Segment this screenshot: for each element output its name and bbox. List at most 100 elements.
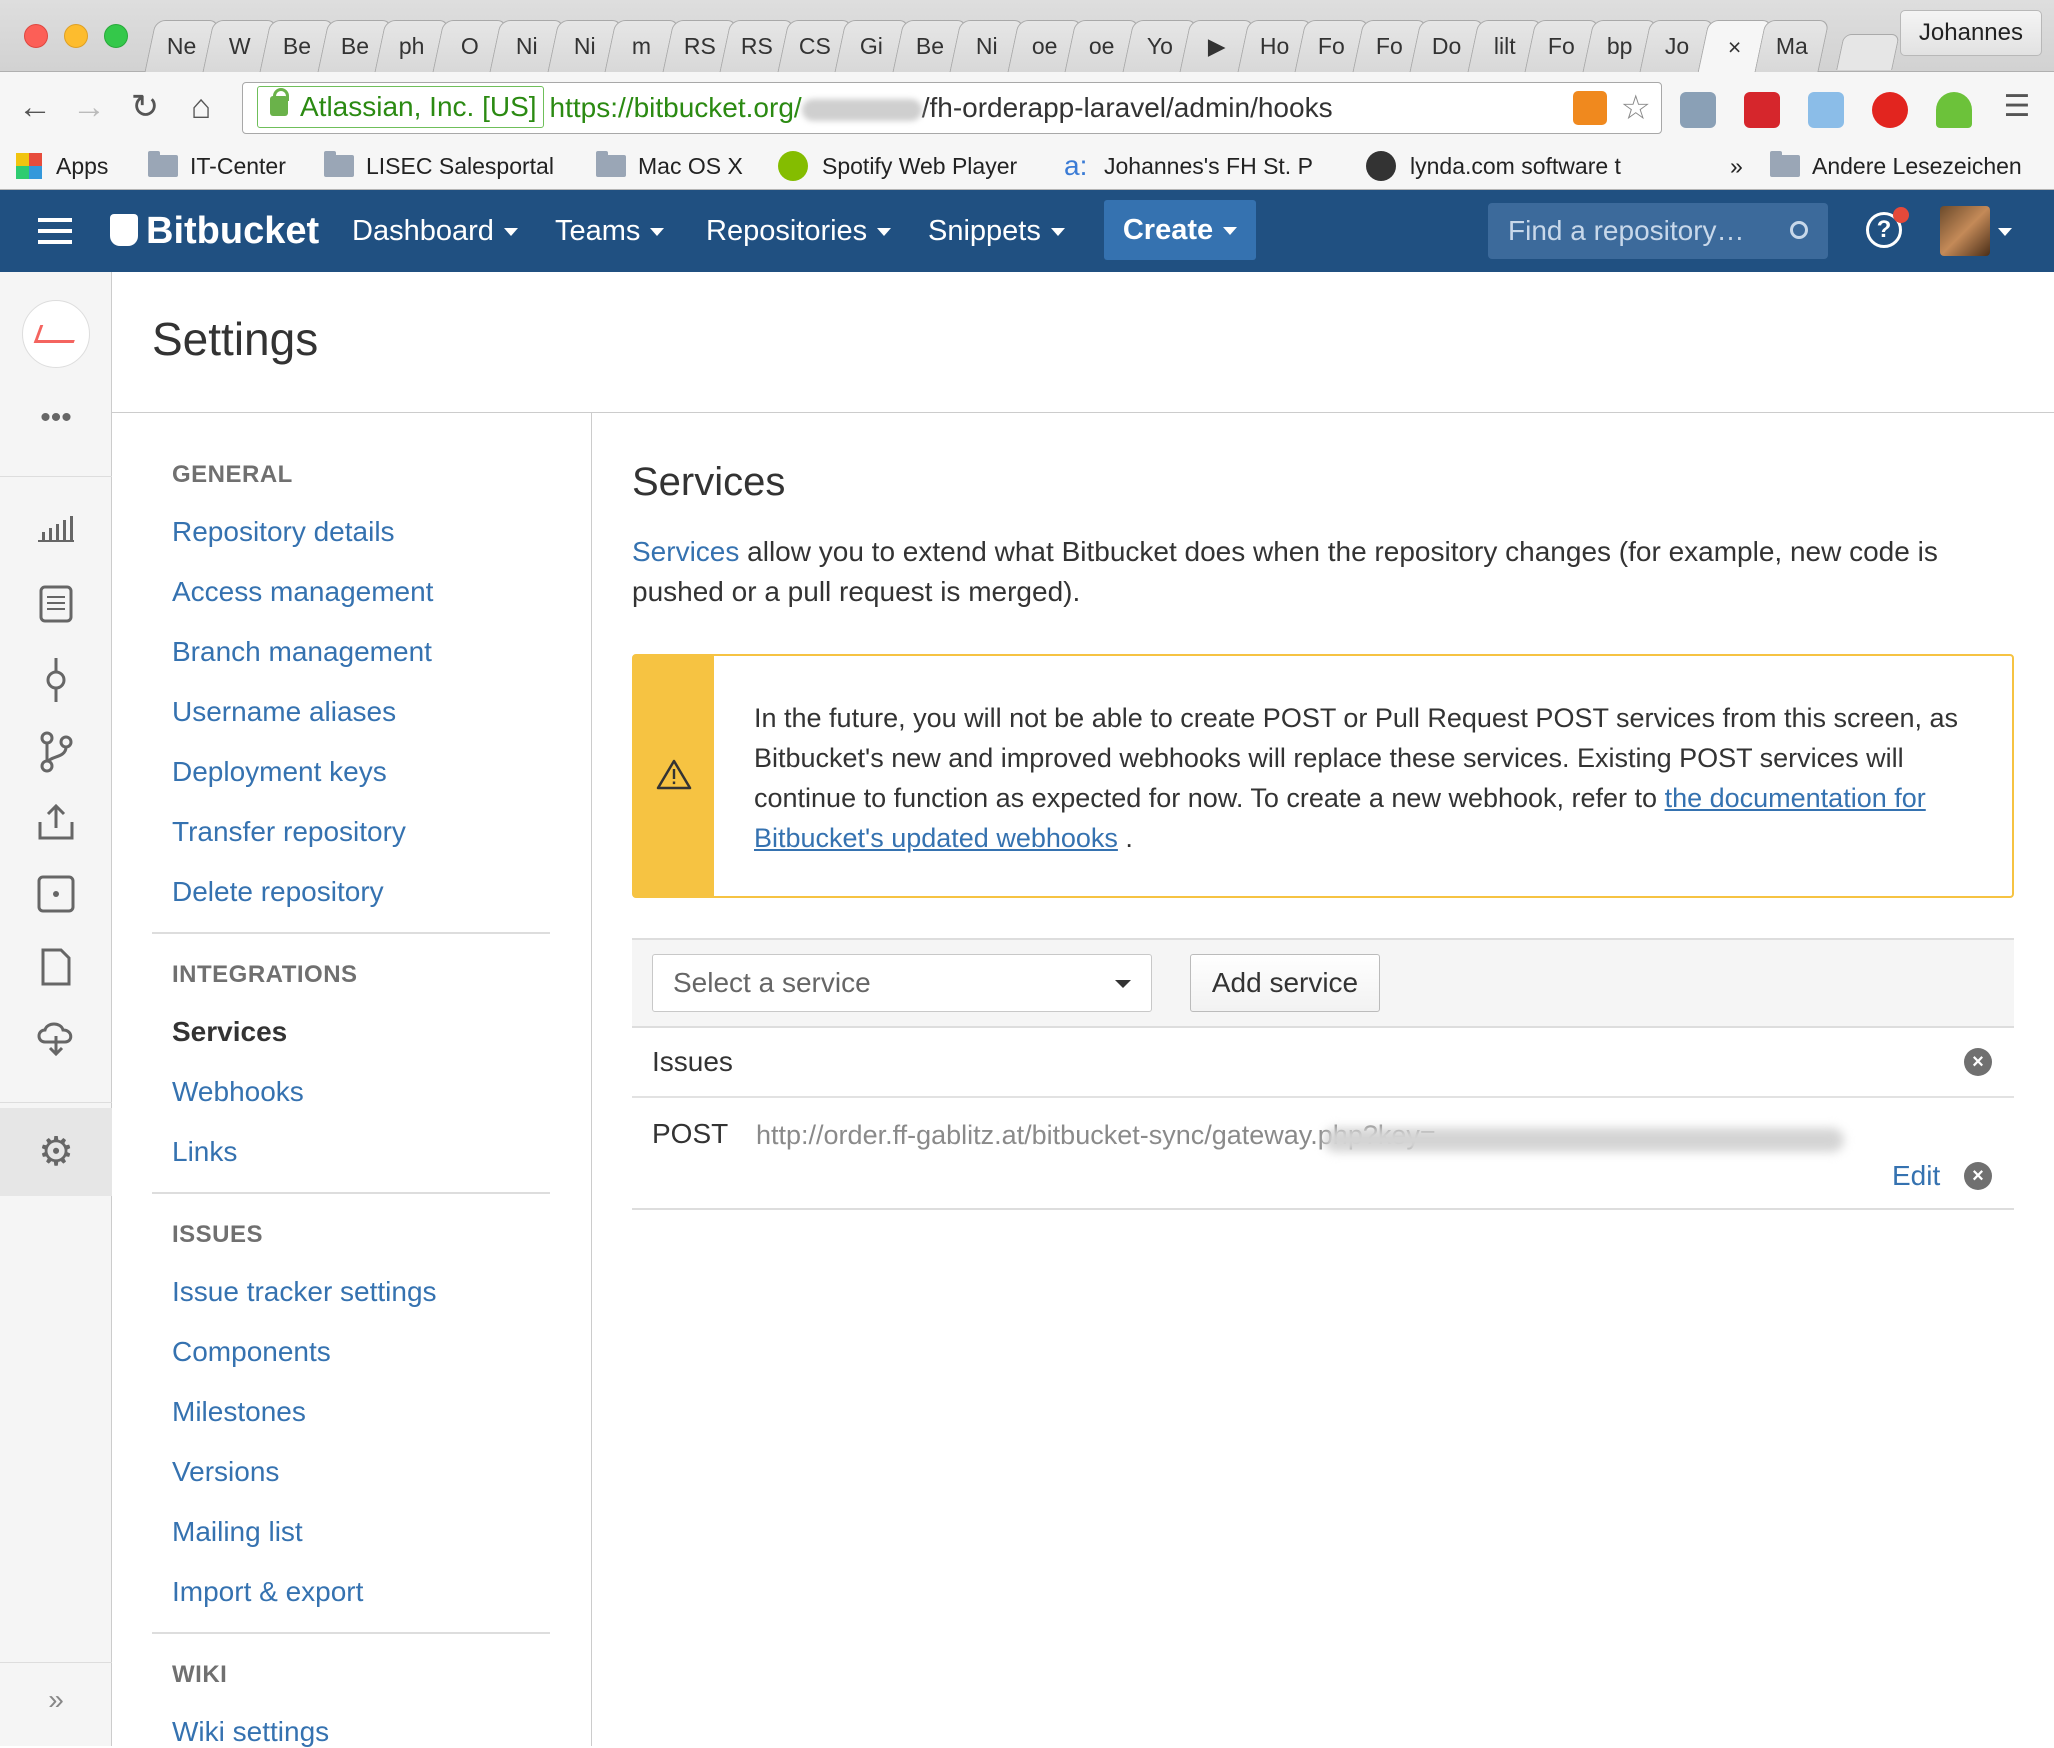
adblock-extension-icon[interactable]: [1872, 92, 1908, 128]
chevron-down-icon: [1115, 980, 1131, 988]
bookmark-apps[interactable]: Apps: [16, 148, 108, 184]
nav-repositories[interactable]: Repositories: [706, 190, 892, 272]
nav-transfer-repository[interactable]: Transfer repository: [172, 816, 406, 848]
warning-message: In the future, you will not be able to c…: [754, 703, 1959, 853]
edit-service-link[interactable]: Edit: [1892, 1160, 1940, 1192]
bookmark-it-center[interactable]: IT-Center: [148, 148, 286, 184]
nav-webhooks[interactable]: Webhooks: [172, 1076, 304, 1108]
minimize-window-button[interactable]: [64, 24, 88, 48]
bookmarks-overflow-button[interactable]: »: [1730, 148, 1743, 184]
search-icon: [1790, 221, 1808, 239]
nav-wiki-settings[interactable]: Wiki settings: [172, 1716, 329, 1748]
bookmark-other-bookmarks[interactable]: Andere Lesezeichen: [1770, 148, 2022, 184]
user-menu-chevron-icon[interactable]: [1998, 228, 2012, 236]
nav-username-aliases[interactable]: Username aliases: [172, 696, 396, 728]
browser-tab[interactable]: Ma: [1754, 20, 1830, 72]
bookmark-star-icon[interactable]: ☆: [1621, 83, 1651, 133]
overview-chart-icon[interactable]: [34, 510, 78, 554]
more-icon[interactable]: •••: [34, 396, 78, 440]
nav-repository-details[interactable]: Repository details: [172, 516, 395, 548]
url-path: /fh-orderapp-laravel/admin/hooks: [921, 92, 1333, 123]
expand-sidebar-icon[interactable]: »: [34, 1678, 78, 1722]
nav-versions[interactable]: Versions: [172, 1456, 279, 1488]
menu-icon[interactable]: [38, 218, 72, 244]
back-button[interactable]: ←: [12, 84, 58, 130]
remove-service-icon[interactable]: ×: [1964, 1162, 1992, 1190]
nav-deployment-keys[interactable]: Deployment keys: [172, 756, 387, 788]
services-help-link[interactable]: Services: [632, 536, 739, 567]
folder-icon: [148, 151, 178, 177]
nav-branch-management[interactable]: Branch management: [172, 636, 432, 668]
avatar[interactable]: [1940, 206, 1990, 256]
address-bar[interactable]: Atlassian, Inc. [US] https://bitbucket.or…: [242, 82, 1662, 134]
service-select[interactable]: Select a service: [652, 954, 1152, 1012]
wiki-icon[interactable]: [34, 946, 78, 990]
page-title: Settings: [152, 313, 319, 365]
bookmark-fh-st-poelten[interactable]: a: Johannes's FH St. P: [1064, 148, 1313, 184]
chevron-down-icon: [877, 228, 892, 237]
close-window-button[interactable]: [24, 24, 48, 48]
redacted-username: [801, 98, 922, 121]
browser-toolbar: ← → ↻ ⌂ Atlassian, Inc. [US] https://bitb…: [0, 72, 2054, 142]
commits-icon[interactable]: [34, 658, 78, 702]
service-row-issues: Issues ×: [632, 1028, 2014, 1098]
pull-requests-icon[interactable]: [34, 802, 78, 846]
laravel-logo-icon: [33, 325, 81, 343]
downloads-icon[interactable]: [34, 1018, 78, 1062]
lynda-icon: [1366, 151, 1396, 181]
services-intro: Services allow you to extend what Bitbuc…: [632, 536, 1938, 607]
nav-access-management[interactable]: Access management: [172, 576, 433, 608]
nav-dashboard[interactable]: Dashboard: [352, 190, 518, 272]
zoom-window-button[interactable]: [104, 24, 128, 48]
apps-grid-icon: [16, 153, 42, 179]
nav-milestones[interactable]: Milestones: [172, 1396, 306, 1428]
deprecation-warning: In the future, you will not be able to c…: [632, 654, 2014, 898]
nav-services[interactable]: Services: [172, 1016, 287, 1048]
repository-search-input[interactable]: Find a repository…: [1488, 203, 1828, 259]
nav-teams[interactable]: Teams: [555, 190, 665, 272]
nav-snippets[interactable]: Snippets: [928, 190, 1065, 272]
ev-certificate-badge[interactable]: Atlassian, Inc. [US]: [257, 86, 544, 128]
bookmark-mac-os-x[interactable]: Mac OS X: [596, 148, 743, 184]
download-extension-icon[interactable]: [1936, 92, 1972, 128]
screen-capture-extension-icon[interactable]: [1808, 92, 1844, 128]
header-divider: [112, 412, 2054, 413]
nav-mailing-list[interactable]: Mailing list: [172, 1516, 303, 1548]
chrome-menu-icon[interactable]: ☰: [1994, 84, 2040, 130]
nav-delete-repository[interactable]: Delete repository: [172, 876, 384, 908]
section-heading-general: GENERAL: [172, 461, 293, 488]
branches-icon[interactable]: [34, 730, 78, 774]
service-name: POST: [652, 1118, 729, 1149]
nav-components[interactable]: Components: [172, 1336, 331, 1368]
eyedropper-extension-icon[interactable]: [1680, 92, 1716, 128]
nav-import-export[interactable]: Import & export: [172, 1576, 363, 1608]
remove-service-icon[interactable]: ×: [1964, 1048, 1992, 1076]
reload-button[interactable]: ↻: [122, 84, 168, 130]
bucket-icon: [110, 213, 138, 246]
home-button[interactable]: ⌂: [178, 84, 224, 130]
forward-button[interactable]: →: [66, 84, 112, 130]
url-scheme-host: https://bitbucket.org/: [549, 92, 802, 123]
service-row-post: POST http://order.ff-gablitz.at/bitbucke…: [632, 1098, 2014, 1210]
service-name: Issues: [652, 1046, 733, 1077]
add-service-button[interactable]: Add service: [1190, 954, 1380, 1012]
bitbucket-logo[interactable]: Bitbucket: [110, 190, 319, 272]
bookmark-lisec-salesportal[interactable]: LISEC Salesportal: [324, 148, 554, 184]
create-button[interactable]: Create: [1104, 200, 1256, 260]
nav-links[interactable]: Links: [172, 1136, 237, 1168]
help-icon[interactable]: ?: [1866, 207, 1909, 248]
settings-nav-item[interactable]: ⚙: [0, 1108, 112, 1196]
nav-issue-tracker-settings[interactable]: Issue tracker settings: [172, 1276, 437, 1308]
rss-icon[interactable]: [1573, 91, 1607, 125]
new-tab-button[interactable]: [1836, 34, 1900, 70]
lastpass-extension-icon[interactable]: [1744, 92, 1780, 128]
repository-avatar[interactable]: [22, 300, 90, 368]
profile-button[interactable]: Johannes: [1899, 10, 2042, 56]
chevron-down-icon: [650, 228, 665, 237]
bookmark-lynda[interactable]: lynda.com software t: [1366, 148, 1621, 184]
source-icon[interactable]: [34, 584, 78, 628]
chevron-down-icon: [1223, 227, 1238, 236]
bookmark-spotify[interactable]: Spotify Web Player: [778, 148, 1017, 184]
bitbucket-header: Bitbucket Dashboard Teams Repositories S…: [0, 190, 2054, 272]
issues-icon[interactable]: [34, 874, 78, 918]
